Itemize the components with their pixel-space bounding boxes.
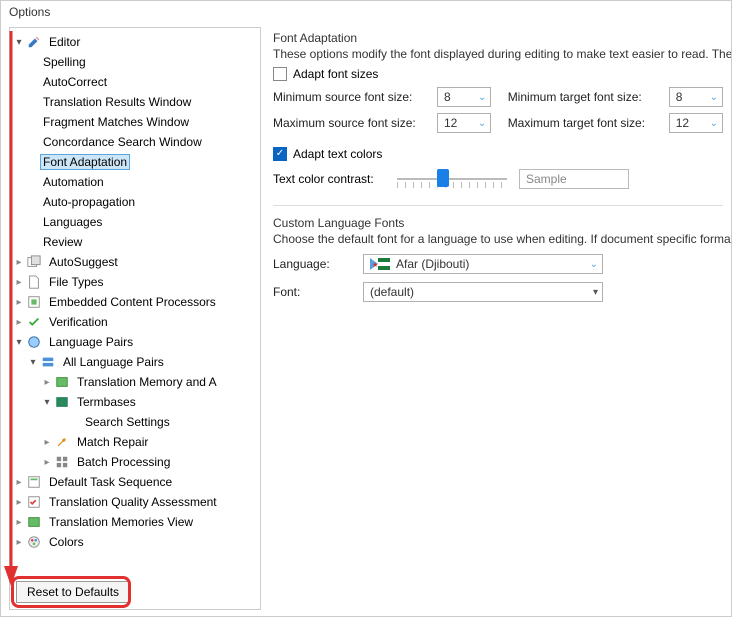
options-tree[interactable]: Editor Spelling AutoCorrect Translation … xyxy=(10,28,260,567)
reset-to-defaults-button[interactable]: Reset to Defaults xyxy=(16,581,130,603)
tree-item-default-task-sequence[interactable]: Default Task Sequence xyxy=(12,472,258,492)
tree-item-all-language-pairs[interactable]: All Language Pairs xyxy=(12,352,258,372)
batch-icon xyxy=(54,454,70,470)
chevron-down-icon: ⌄ xyxy=(590,259,598,270)
expander-icon[interactable] xyxy=(40,395,54,409)
min-source-font-combo[interactable]: 8⌄ xyxy=(437,87,491,107)
autosuggest-icon xyxy=(26,254,42,270)
options-window: Options Editor Spelling AutoCorrect Tran… xyxy=(0,0,732,617)
expander-icon[interactable] xyxy=(12,515,26,529)
expander-icon[interactable] xyxy=(12,35,26,49)
expander-icon[interactable] xyxy=(12,255,26,269)
chevron-down-icon: ⌄ xyxy=(710,118,718,129)
tree-item-editor[interactable]: Editor xyxy=(12,32,258,52)
max-source-font-combo[interactable]: 12⌄ xyxy=(437,113,491,133)
tree-item-font-adaptation[interactable]: Font Adaptation xyxy=(12,152,258,172)
chevron-down-icon: ⌄ xyxy=(710,92,718,103)
tree-item-translation-results-window[interactable]: Translation Results Window xyxy=(12,92,258,112)
font-label: Font: xyxy=(273,285,363,299)
expander-icon[interactable] xyxy=(12,535,26,549)
tree-item-embedded-content-processors[interactable]: Embedded Content Processors xyxy=(12,292,258,312)
expander-icon[interactable] xyxy=(40,435,54,449)
expander-icon[interactable] xyxy=(12,315,26,329)
sidebar: Editor Spelling AutoCorrect Translation … xyxy=(9,27,261,610)
expander-icon[interactable] xyxy=(12,275,26,289)
pencil-icon xyxy=(26,34,42,50)
settings-panel: Font Adaptation These options modify the… xyxy=(261,23,731,614)
tree-item-colors[interactable]: Colors xyxy=(12,532,258,552)
tree-item-search-settings[interactable]: Search Settings xyxy=(12,412,258,432)
expander-icon[interactable] xyxy=(12,335,26,349)
adapt-text-colors-label: Adapt text colors xyxy=(293,147,382,161)
expander-icon[interactable] xyxy=(26,355,40,369)
chevron-down-icon: ⌄ xyxy=(478,118,486,129)
tree-item-languages[interactable]: Languages xyxy=(12,212,258,232)
section-title-custom-fonts: Custom Language Fonts xyxy=(273,216,723,230)
tree-item-tqa[interactable]: Translation Quality Assessment xyxy=(12,492,258,512)
expander-icon[interactable] xyxy=(40,375,54,389)
tree-item-spelling[interactable]: Spelling xyxy=(12,52,258,72)
tree-item-match-repair[interactable]: Match Repair xyxy=(12,432,258,452)
flag-icon: ★ xyxy=(370,258,390,270)
globe-icon xyxy=(26,334,42,350)
custom-fonts-description: Choose the default font for a language t… xyxy=(273,232,723,246)
max-target-font-label: Maximum target font size: xyxy=(508,116,663,130)
expander-icon[interactable] xyxy=(40,455,54,469)
tree-item-tm-view[interactable]: Translation Memories View xyxy=(12,512,258,532)
font-adaptation-description: These options modify the font displayed … xyxy=(273,47,723,61)
tm-view-icon xyxy=(26,514,42,530)
expander-icon[interactable] xyxy=(12,475,26,489)
all-pairs-icon xyxy=(40,354,56,370)
separator xyxy=(273,205,723,206)
content-area: Editor Spelling AutoCorrect Translation … xyxy=(1,23,731,614)
tree-item-auto-propagation[interactable]: Auto-propagation xyxy=(12,192,258,212)
tqa-icon xyxy=(26,494,42,510)
min-target-font-combo[interactable]: 8⌄ xyxy=(669,87,723,107)
tree-item-autosuggest[interactable]: AutoSuggest xyxy=(12,252,258,272)
font-combo[interactable]: (default) ▾ xyxy=(363,282,603,302)
tree-item-concordance-search-window[interactable]: Concordance Search Window xyxy=(12,132,258,152)
text-color-contrast-label: Text color contrast: xyxy=(273,172,391,186)
min-target-font-label: Minimum target font size: xyxy=(508,90,663,104)
tree-item-language-pairs[interactable]: Language Pairs xyxy=(12,332,258,352)
max-target-font-combo[interactable]: 12⌄ xyxy=(669,113,723,133)
text-color-contrast-slider[interactable] xyxy=(397,167,507,191)
check-icon xyxy=(26,314,42,330)
adapt-font-sizes-checkbox[interactable] xyxy=(273,67,287,81)
tree-item-termbases[interactable]: Termbases xyxy=(12,392,258,412)
adapt-font-sizes-label: Adapt font sizes xyxy=(293,67,378,81)
termbase-icon xyxy=(54,394,70,410)
tree-item-fragment-matches-window[interactable]: Fragment Matches Window xyxy=(12,112,258,132)
tree-item-tm-and-a[interactable]: Translation Memory and A xyxy=(12,372,258,392)
expander-icon[interactable] xyxy=(12,495,26,509)
tree-item-verification[interactable]: Verification xyxy=(12,312,258,332)
task-icon xyxy=(26,474,42,490)
tree-item-batch-processing[interactable]: Batch Processing xyxy=(12,452,258,472)
language-combo[interactable]: ★ Afar (Djibouti) ⌄ xyxy=(363,254,603,274)
file-icon xyxy=(26,274,42,290)
adapt-text-colors-checkbox[interactable] xyxy=(273,147,287,161)
section-title-font-adaptation: Font Adaptation xyxy=(273,31,723,45)
dropdown-icon: ▾ xyxy=(593,287,598,298)
window-title: Options xyxy=(1,1,731,23)
expander-icon[interactable] xyxy=(12,295,26,309)
palette-icon xyxy=(26,534,42,550)
tree-item-automation[interactable]: Automation xyxy=(12,172,258,192)
min-source-font-label: Minimum source font size: xyxy=(273,90,431,104)
wrench-icon xyxy=(54,434,70,450)
embedded-icon xyxy=(26,294,42,310)
sample-preview: Sample xyxy=(519,169,629,189)
tree-item-file-types[interactable]: File Types xyxy=(12,272,258,292)
chevron-down-icon: ⌄ xyxy=(478,92,486,103)
max-source-font-label: Maximum source font size: xyxy=(273,116,431,130)
tree-item-review[interactable]: Review xyxy=(12,232,258,252)
tm-icon xyxy=(54,374,70,390)
tree-item-autocorrect[interactable]: AutoCorrect xyxy=(12,72,258,92)
language-label: Language: xyxy=(273,257,363,271)
